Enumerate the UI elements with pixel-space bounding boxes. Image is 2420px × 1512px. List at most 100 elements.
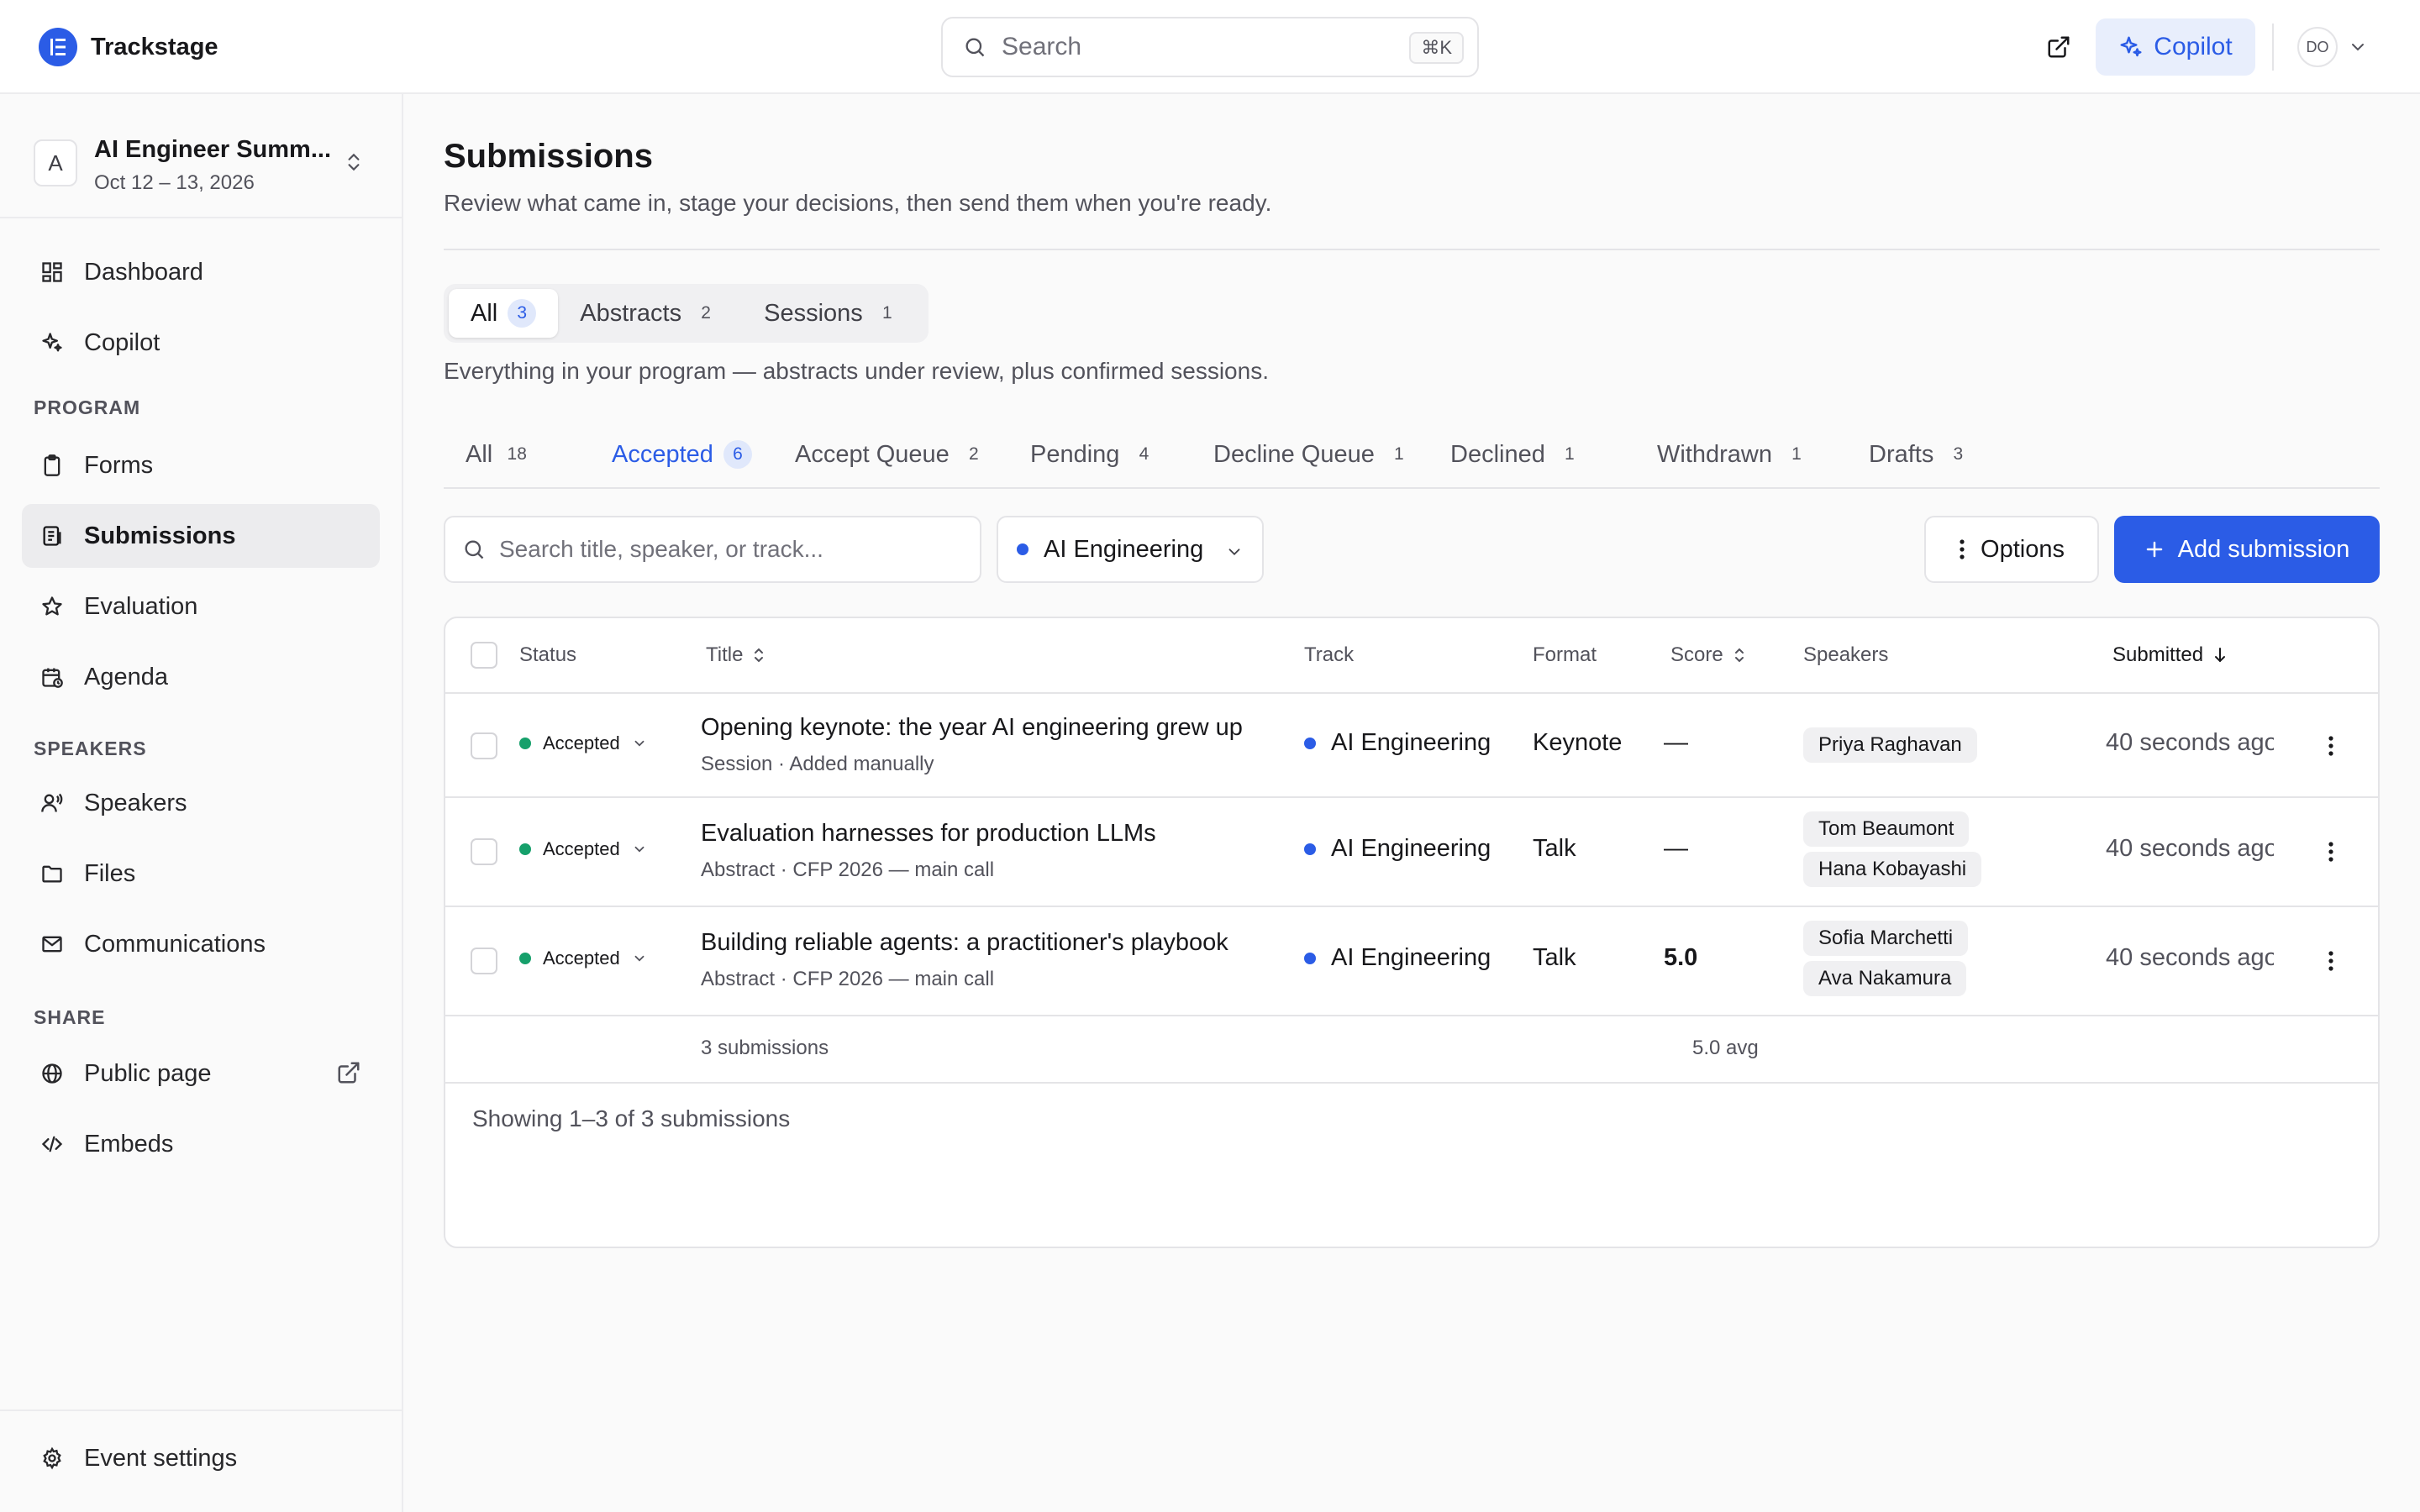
score-average: 5.0 avg [1692,1037,1759,1059]
format-cell: Talk [1533,835,1576,862]
status-dropdown[interactable]: Accepted [519,732,647,754]
speaker-chip[interactable]: Priya Raghavan [1803,727,1977,763]
main-content: Submissions Review what came in, stage y… [403,94,2420,1512]
star-icon [39,593,66,620]
tab-count: 1 [1791,444,1802,464]
submission-title[interactable]: Evaluation harnesses for production LLMs [701,820,1156,848]
global-search-input[interactable]: Search ⌘K [941,17,1479,77]
mail-icon [39,931,66,958]
sidebar-item-forms[interactable]: Forms [22,433,380,497]
chevron-down-icon[interactable] [2348,37,2368,57]
sidebar-item-evaluation[interactable]: Evaluation [22,575,380,638]
track-label: AI Engineering [1331,729,1491,756]
document-list-icon [39,522,66,549]
submissions-table: Status Title Track Format Score Speakers… [444,617,2380,1248]
table-summary-row: 3 submissions 5.0 avg [445,1015,2378,1084]
speaker-icon [39,790,66,816]
tab-accepted[interactable]: Accepted 6 [612,422,752,487]
sidebar-item-label: Communications [84,930,266,958]
sidebar-item-copilot[interactable]: Copilot [22,311,380,375]
sidebar-item-files[interactable]: Files [22,842,380,906]
track-filter-label: AI Engineering [1044,535,1204,563]
sidebar-item-label: Copilot [84,328,160,356]
brand[interactable]: Trackstage [39,27,218,67]
speaker-chip[interactable]: Hana Kobayashi [1803,852,1982,887]
table-row[interactable]: Accepted Building reliable agents: a pra… [445,907,2378,1016]
tab-drafts[interactable]: Drafts 3 [1869,422,1972,487]
segment-sessions[interactable]: Sessions 1 [742,289,923,338]
column-score[interactable]: Score [1670,643,1747,667]
select-all-checkbox[interactable] [471,642,497,669]
format-cell: Talk [1533,944,1576,971]
event-switcher[interactable]: A AI Engineer Summ... Oct 12 – 13, 2026 [34,128,370,198]
sidebar-item-speakers[interactable]: Speakers [22,771,380,835]
user-avatar[interactable]: DO [2297,27,2338,67]
column-title[interactable]: Title [706,643,766,667]
row-actions-button[interactable] [2316,731,2346,761]
row-checkbox[interactable] [471,948,497,974]
sidebar-item-agenda[interactable]: Agenda [22,645,380,709]
track-filter-select[interactable]: AI Engineering [997,516,1264,583]
tab-withdrawn[interactable]: Withdrawn 1 [1657,422,1811,487]
row-checkbox[interactable] [471,838,497,865]
column-score-label: Score [1670,643,1723,666]
global-search-placeholder: Search [1002,33,1082,60]
speaker-chip[interactable]: Tom Beaumont [1803,811,1970,847]
status-dropdown[interactable]: Accepted [519,838,647,860]
submission-title[interactable]: Opening keynote: the year AI engineering… [701,714,1243,742]
options-button[interactable]: Options [1924,516,2099,583]
event-name: AI Engineer Summ... [94,136,331,163]
section-label-speakers: SPEAKERS [34,738,147,759]
plus-icon [2146,541,2162,558]
score-cell: — [1664,729,1688,756]
speaker-chip[interactable]: Sofia Marchetti [1803,921,1969,956]
row-actions-button[interactable] [2316,837,2346,867]
tab-label: Pending [1030,440,1120,468]
status-dropdown[interactable]: Accepted [519,948,647,969]
sidebar-item-public-page[interactable]: Public page [22,1042,380,1105]
sort-icon [1734,648,1744,663]
table-row[interactable]: Accepted Evaluation harnesses for produc… [445,798,2378,907]
tab-declined[interactable]: Declined 1 [1450,422,1584,487]
event-dates: Oct 12 – 13, 2026 [94,171,255,194]
sidebar-item-submissions[interactable]: Submissions [22,504,380,568]
sidebar-item-label: Submissions [84,522,236,549]
segment-label: All [471,299,498,327]
tab-decline-queue[interactable]: Decline Queue 1 [1213,422,1413,487]
column-submitted-label: Submitted [2112,643,2204,666]
chevron-down-icon [634,740,644,747]
top-bar: Trackstage Search ⌘K Copilot DO [0,0,2420,94]
page-subtitle: Review what came in, stage your decision… [444,190,1272,216]
tab-accept-queue[interactable]: Accept Queue 2 [795,422,988,487]
sidebar-item-communications[interactable]: Communications [22,912,380,976]
submission-title[interactable]: Building reliable agents: a practitioner… [701,929,1228,957]
table-row[interactable]: Accepted Opening keynote: the year AI en… [445,694,2378,798]
tab-label: Withdrawn [1657,440,1772,468]
row-actions-button[interactable] [2316,946,2346,976]
open-external-button[interactable] [2042,30,2075,64]
submission-meta: Abstract · CFP 2026 — main call [701,968,995,990]
speaker-chip[interactable]: Ava Nakamura [1803,961,1967,996]
copilot-label: Copilot [2154,33,2233,60]
sidebar-item-label: Public page [84,1059,212,1087]
tab-count: 1 [1565,444,1575,464]
search-icon [965,38,985,57]
status-dot [519,738,531,749]
tab-pending[interactable]: Pending 4 [1030,422,1158,487]
tab-label: Decline Queue [1213,440,1375,468]
row-checkbox[interactable] [471,732,497,759]
sidebar-item-label: Speakers [84,789,187,816]
sidebar-item-dashboard[interactable]: Dashboard [22,240,380,304]
submission-search-input[interactable]: Search title, speaker, or track... [444,516,981,583]
add-submission-button[interactable]: Add submission [2114,516,2380,583]
copilot-button[interactable]: Copilot [2096,18,2255,76]
segment-abstracts[interactable]: Abstracts 2 [558,289,742,338]
segment-all[interactable]: All 3 [449,289,559,338]
sidebar-item-event-settings[interactable]: Event settings [22,1426,380,1490]
track-cell: AI Engineering [1304,835,1491,863]
tab-all[interactable]: All 18 [466,422,531,487]
column-track: Track [1304,643,1355,666]
sidebar-item-embeds[interactable]: Embeds [22,1112,380,1176]
column-speakers: Speakers [1803,643,1889,666]
column-submitted[interactable]: Submitted [2112,643,2228,667]
